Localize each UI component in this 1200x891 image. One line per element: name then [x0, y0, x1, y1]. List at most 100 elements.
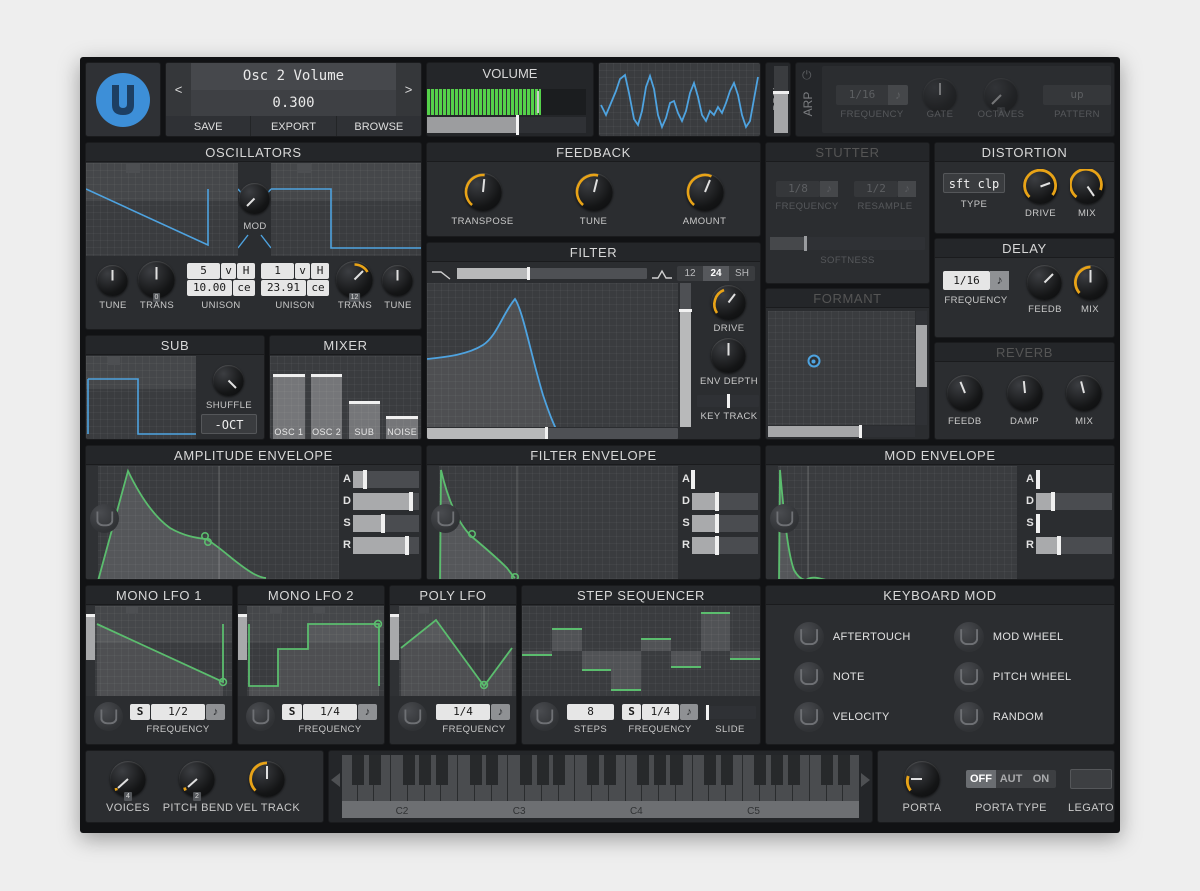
- porta-type-off[interactable]: OFF: [966, 770, 996, 788]
- amplitude-envelope-graph[interactable]: [86, 466, 339, 579]
- amplitude-envelope-d-slider[interactable]: [353, 493, 419, 510]
- keyboard-mod-source[interactable]: AFTERTOUCH: [794, 622, 911, 652]
- step-sequencer-graph[interactable]: [522, 606, 760, 696]
- note-mode-icon[interactable]: ♪: [820, 181, 838, 197]
- filter-env-depth-knob[interactable]: [711, 338, 746, 373]
- distortion-mix-knob[interactable]: [1070, 169, 1105, 204]
- step-sequencer-step[interactable]: [522, 606, 552, 696]
- osc1-unison-h[interactable]: H: [237, 263, 255, 279]
- piano-black-key[interactable]: [486, 755, 498, 785]
- stutter-frequency-field[interactable]: 1/8 ♪: [776, 181, 838, 197]
- step-sequencer-mod-source[interactable]: [530, 702, 559, 731]
- osc1-unison-voices[interactable]: 5: [187, 263, 220, 279]
- mod-envelope-mod-source[interactable]: [770, 504, 799, 533]
- note-mode-icon[interactable]: ♪: [898, 181, 916, 197]
- formant-xy-pad[interactable]: [768, 311, 915, 425]
- formant-x-slider[interactable]: [768, 426, 915, 437]
- piano-black-key[interactable]: [369, 755, 381, 785]
- osc2-unison-voices[interactable]: 1: [261, 263, 294, 279]
- keyboard-panel[interactable]: C2C3C4C5: [328, 750, 873, 823]
- distortion-drive-knob[interactable]: [1023, 169, 1058, 204]
- filter-envelope-a-slider[interactable]: [692, 471, 758, 488]
- porta-type-selector[interactable]: OFFAUTON: [966, 770, 1056, 788]
- keyboard-scroll-right[interactable]: [861, 773, 870, 787]
- prev-patch-button[interactable]: <: [166, 63, 191, 116]
- filter-drive-knob[interactable]: [711, 285, 746, 320]
- step-sequencer-step[interactable]: [611, 606, 641, 696]
- stutter-frequency-value[interactable]: 1/8: [776, 181, 820, 197]
- piano-black-key[interactable]: [537, 755, 549, 785]
- piano-black-key[interactable]: [704, 755, 716, 785]
- keyboard-mod-source[interactable]: PITCH WHEEL: [954, 662, 1071, 692]
- filter-slope-selector[interactable]: 1224SH: [677, 266, 755, 281]
- mod-envelope-d-slider[interactable]: [1036, 493, 1112, 510]
- arp-frequency-field[interactable]: 1/16 ♪: [836, 85, 908, 105]
- note-mode-icon[interactable]: ♪: [680, 704, 698, 720]
- step-sequencer-slide-slider[interactable]: [704, 706, 756, 719]
- mono-lfo1-frequency-value[interactable]: 1/2: [151, 704, 205, 720]
- filter-slope-12[interactable]: 12: [677, 266, 703, 281]
- mono-lfo1-mod-source[interactable]: [94, 702, 123, 731]
- osc1-tune-knob[interactable]: [97, 265, 128, 296]
- arp-gate-knob[interactable]: [923, 78, 957, 112]
- delay-mix-knob[interactable]: [1073, 265, 1108, 300]
- step-sequencer-step[interactable]: [671, 606, 701, 696]
- mod-envelope-s-slider[interactable]: [1036, 515, 1112, 532]
- osc1-unison-field[interactable]: 5 v H 10.00 ce: [187, 263, 255, 296]
- piano-black-key[interactable]: [470, 755, 482, 785]
- mono-lfo1-frequency-field[interactable]: S 1/2 ♪: [130, 704, 225, 720]
- amplitude-envelope-a-slider[interactable]: [353, 471, 419, 488]
- save-button[interactable]: SAVE: [166, 116, 251, 137]
- note-mode-icon[interactable]: ♪: [491, 704, 510, 720]
- piano-black-key[interactable]: [403, 755, 415, 785]
- mod-envelope-r-slider[interactable]: [1036, 537, 1112, 554]
- osc2-tune-knob[interactable]: [382, 265, 413, 296]
- keyboard-mod-button[interactable]: [954, 662, 984, 692]
- keyboard-scroll-left[interactable]: [331, 773, 340, 787]
- piano-black-key[interactable]: [670, 755, 682, 785]
- feedback-amount-knob[interactable]: [686, 173, 724, 211]
- osc2-unison-h[interactable]: H: [311, 263, 329, 279]
- piano-black-key[interactable]: [637, 755, 649, 785]
- filter-slope-SH[interactable]: SH: [729, 266, 755, 281]
- osc1-waveform[interactable]: [86, 163, 238, 256]
- export-button[interactable]: EXPORT: [251, 116, 336, 137]
- formant-handle[interactable]: [807, 355, 820, 368]
- feedback-tune-knob[interactable]: [575, 173, 613, 211]
- reverb-damp-knob[interactable]: [1007, 375, 1043, 411]
- piano-black-key[interactable]: [419, 755, 431, 785]
- keyboard-mod-button[interactable]: [794, 662, 824, 692]
- piano-black-key[interactable]: [654, 755, 666, 785]
- osc1-unison-v[interactable]: v: [221, 263, 236, 279]
- step-sequencer-frequency-field[interactable]: S 1/4 ♪: [622, 704, 698, 720]
- voices-knob[interactable]: 4: [110, 761, 146, 797]
- step-sequencer-step[interactable]: [641, 606, 671, 696]
- keyboard-mod-source[interactable]: RANDOM: [954, 702, 1044, 732]
- step-sequencer-steps-field[interactable]: 8: [567, 704, 614, 720]
- osc1-detune-value[interactable]: 10.00: [187, 280, 232, 296]
- pitch-bend-knob[interactable]: 2: [179, 761, 215, 797]
- mono-lfo2-graph[interactable]: [238, 606, 384, 696]
- mixer-channel[interactable]: OSC 1: [270, 356, 308, 439]
- amplitude-envelope-r-slider[interactable]: [353, 537, 419, 554]
- osc2-waveform[interactable]: [269, 163, 421, 256]
- poly-lfo-frequency-value[interactable]: 1/4: [436, 704, 490, 720]
- note-mode-icon[interactable]: ♪: [990, 271, 1009, 290]
- sub-shuffle-knob[interactable]: [213, 365, 244, 396]
- arp-power-button[interactable]: ⏻: [802, 69, 814, 81]
- filter-cutoff-slider[interactable]: [427, 428, 678, 439]
- volume-slider[interactable]: [427, 117, 586, 133]
- piano-black-key[interactable]: [754, 755, 766, 785]
- filter-key-track-slider[interactable]: [697, 395, 759, 407]
- keyboard-mod-button[interactable]: [954, 702, 984, 732]
- keyboard-mod-source[interactable]: MOD WHEEL: [954, 622, 1064, 652]
- note-mode-icon[interactable]: ♪: [888, 85, 908, 105]
- stutter-resample-value[interactable]: 1/2: [854, 181, 898, 197]
- legato-button[interactable]: [1070, 769, 1112, 789]
- piano-black-key[interactable]: [721, 755, 733, 785]
- filter-envelope-graph[interactable]: [427, 466, 678, 579]
- piano-black-key[interactable]: [838, 755, 850, 785]
- osc2-trans-knob[interactable]: 12: [336, 261, 373, 298]
- mixer-channel[interactable]: OSC 2: [308, 356, 346, 439]
- volume-panel[interactable]: VOLUME: [426, 62, 594, 137]
